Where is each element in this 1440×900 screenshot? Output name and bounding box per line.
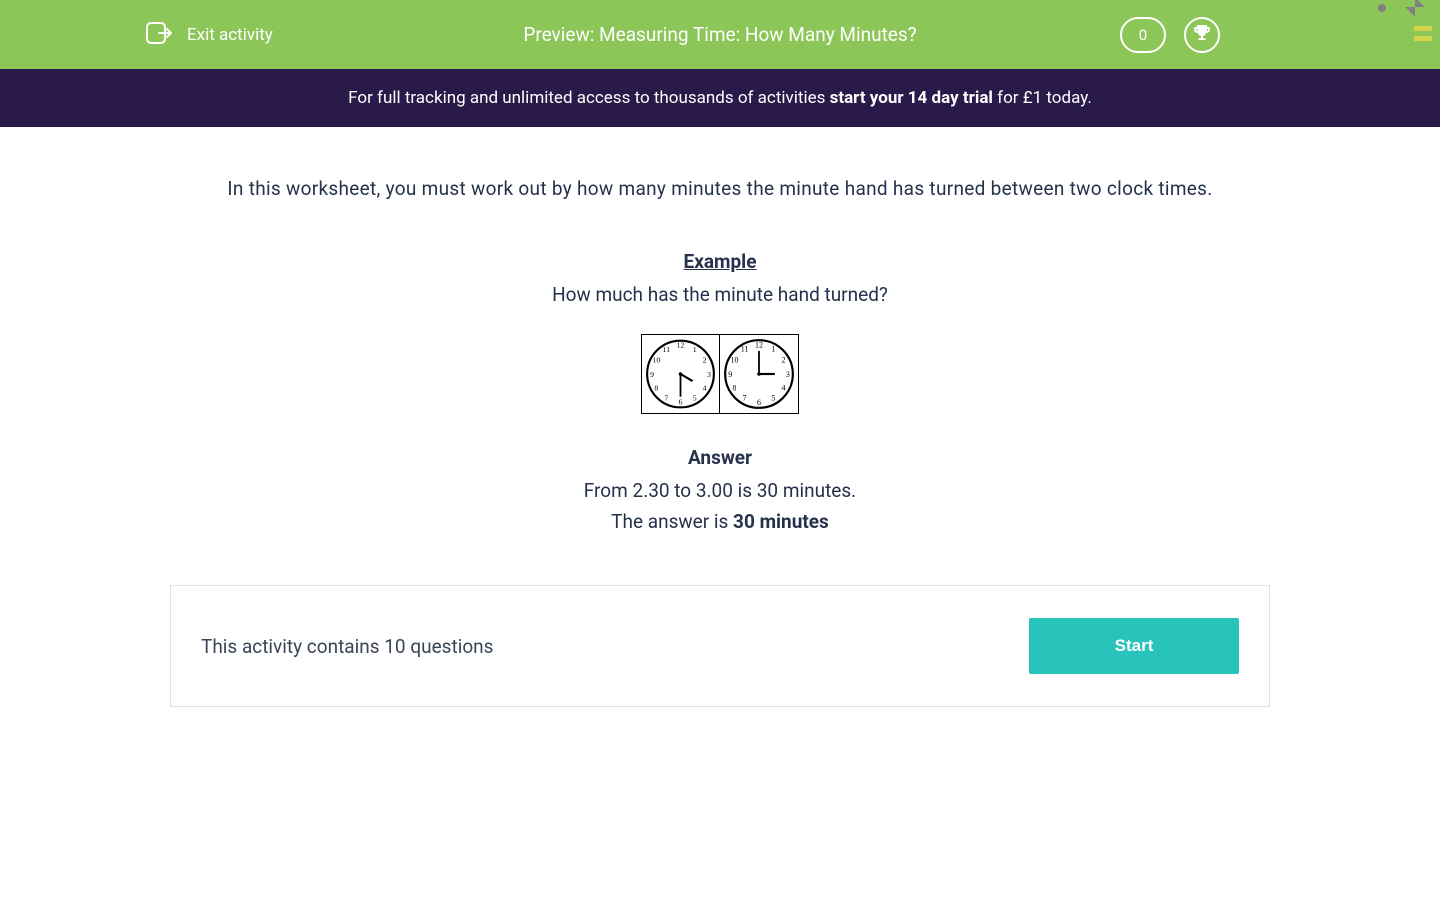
clock-after: 12 1 2 3 4 5 6 7 8 9 10 11 <box>720 335 798 413</box>
svg-text:3: 3 <box>786 370 790 379</box>
action-card: This activity contains 10 questions Star… <box>170 585 1270 707</box>
score-badge[interactable]: 0 <box>1120 17 1166 53</box>
example-heading: Example <box>190 250 1250 273</box>
exit-label: Exit activity <box>187 25 273 45</box>
svg-text:12: 12 <box>755 340 763 349</box>
svg-text:3: 3 <box>707 370 711 379</box>
clock-before: 12 1 2 3 4 5 6 7 8 9 10 11 <box>642 335 720 413</box>
page-title: Preview: Measuring Time: How Many Minute… <box>523 23 916 46</box>
score-value: 0 <box>1139 26 1147 44</box>
banner-bold: start your 14 day trial <box>830 88 993 108</box>
svg-text:10: 10 <box>652 356 660 365</box>
svg-text:12: 12 <box>677 341 685 350</box>
svg-text:4: 4 <box>703 383 707 392</box>
svg-text:11: 11 <box>741 345 749 354</box>
answer-final-bold: 30 minutes <box>733 510 829 533</box>
header-bar: Exit activity Preview: Measuring Time: H… <box>0 0 1440 69</box>
svg-text:4: 4 <box>782 384 786 393</box>
svg-text:2: 2 <box>782 355 786 364</box>
header-right: 0 <box>1120 17 1220 53</box>
banner-prefix: For full tracking and unlimited access t… <box>348 88 829 108</box>
trophy-icon <box>1192 23 1212 47</box>
svg-text:2: 2 <box>703 356 707 365</box>
svg-text:5: 5 <box>693 393 697 402</box>
banner-suffix: for £1 today. <box>993 88 1092 108</box>
svg-text:10: 10 <box>731 355 739 364</box>
svg-text:7: 7 <box>664 393 668 402</box>
exit-icon <box>145 21 173 49</box>
clocks-container: 12 1 2 3 4 5 6 7 8 9 10 11 12 1 <box>641 334 799 414</box>
svg-text:5: 5 <box>771 394 775 403</box>
svg-text:9: 9 <box>728 370 732 379</box>
trial-banner[interactable]: For full tracking and unlimited access t… <box>0 69 1440 127</box>
content-area: In this worksheet, you must work out by … <box>170 127 1270 563</box>
questions-count: This activity contains 10 questions <box>201 635 493 658</box>
start-button[interactable]: Start <box>1029 618 1239 674</box>
answer-heading: Answer <box>190 446 1250 469</box>
exit-activity-button[interactable]: Exit activity <box>145 21 273 49</box>
svg-text:11: 11 <box>663 345 671 354</box>
trophy-button[interactable] <box>1184 17 1220 53</box>
svg-text:6: 6 <box>679 398 683 407</box>
svg-text:9: 9 <box>650 370 654 379</box>
svg-text:1: 1 <box>771 345 775 354</box>
svg-text:1: 1 <box>693 345 697 354</box>
svg-text:8: 8 <box>733 384 737 393</box>
answer-final: The answer is 30 minutes <box>190 510 1250 533</box>
brand-logo-icon <box>1370 0 1440 55</box>
example-question: How much has the minute hand turned? <box>190 283 1250 306</box>
intro-text: In this worksheet, you must work out by … <box>190 177 1250 200</box>
svg-text:7: 7 <box>743 394 747 403</box>
svg-text:8: 8 <box>654 383 658 392</box>
answer-final-prefix: The answer is <box>611 510 733 533</box>
answer-line-1: From 2.30 to 3.00 is 30 minutes. <box>190 479 1250 502</box>
svg-text:6: 6 <box>757 398 761 407</box>
